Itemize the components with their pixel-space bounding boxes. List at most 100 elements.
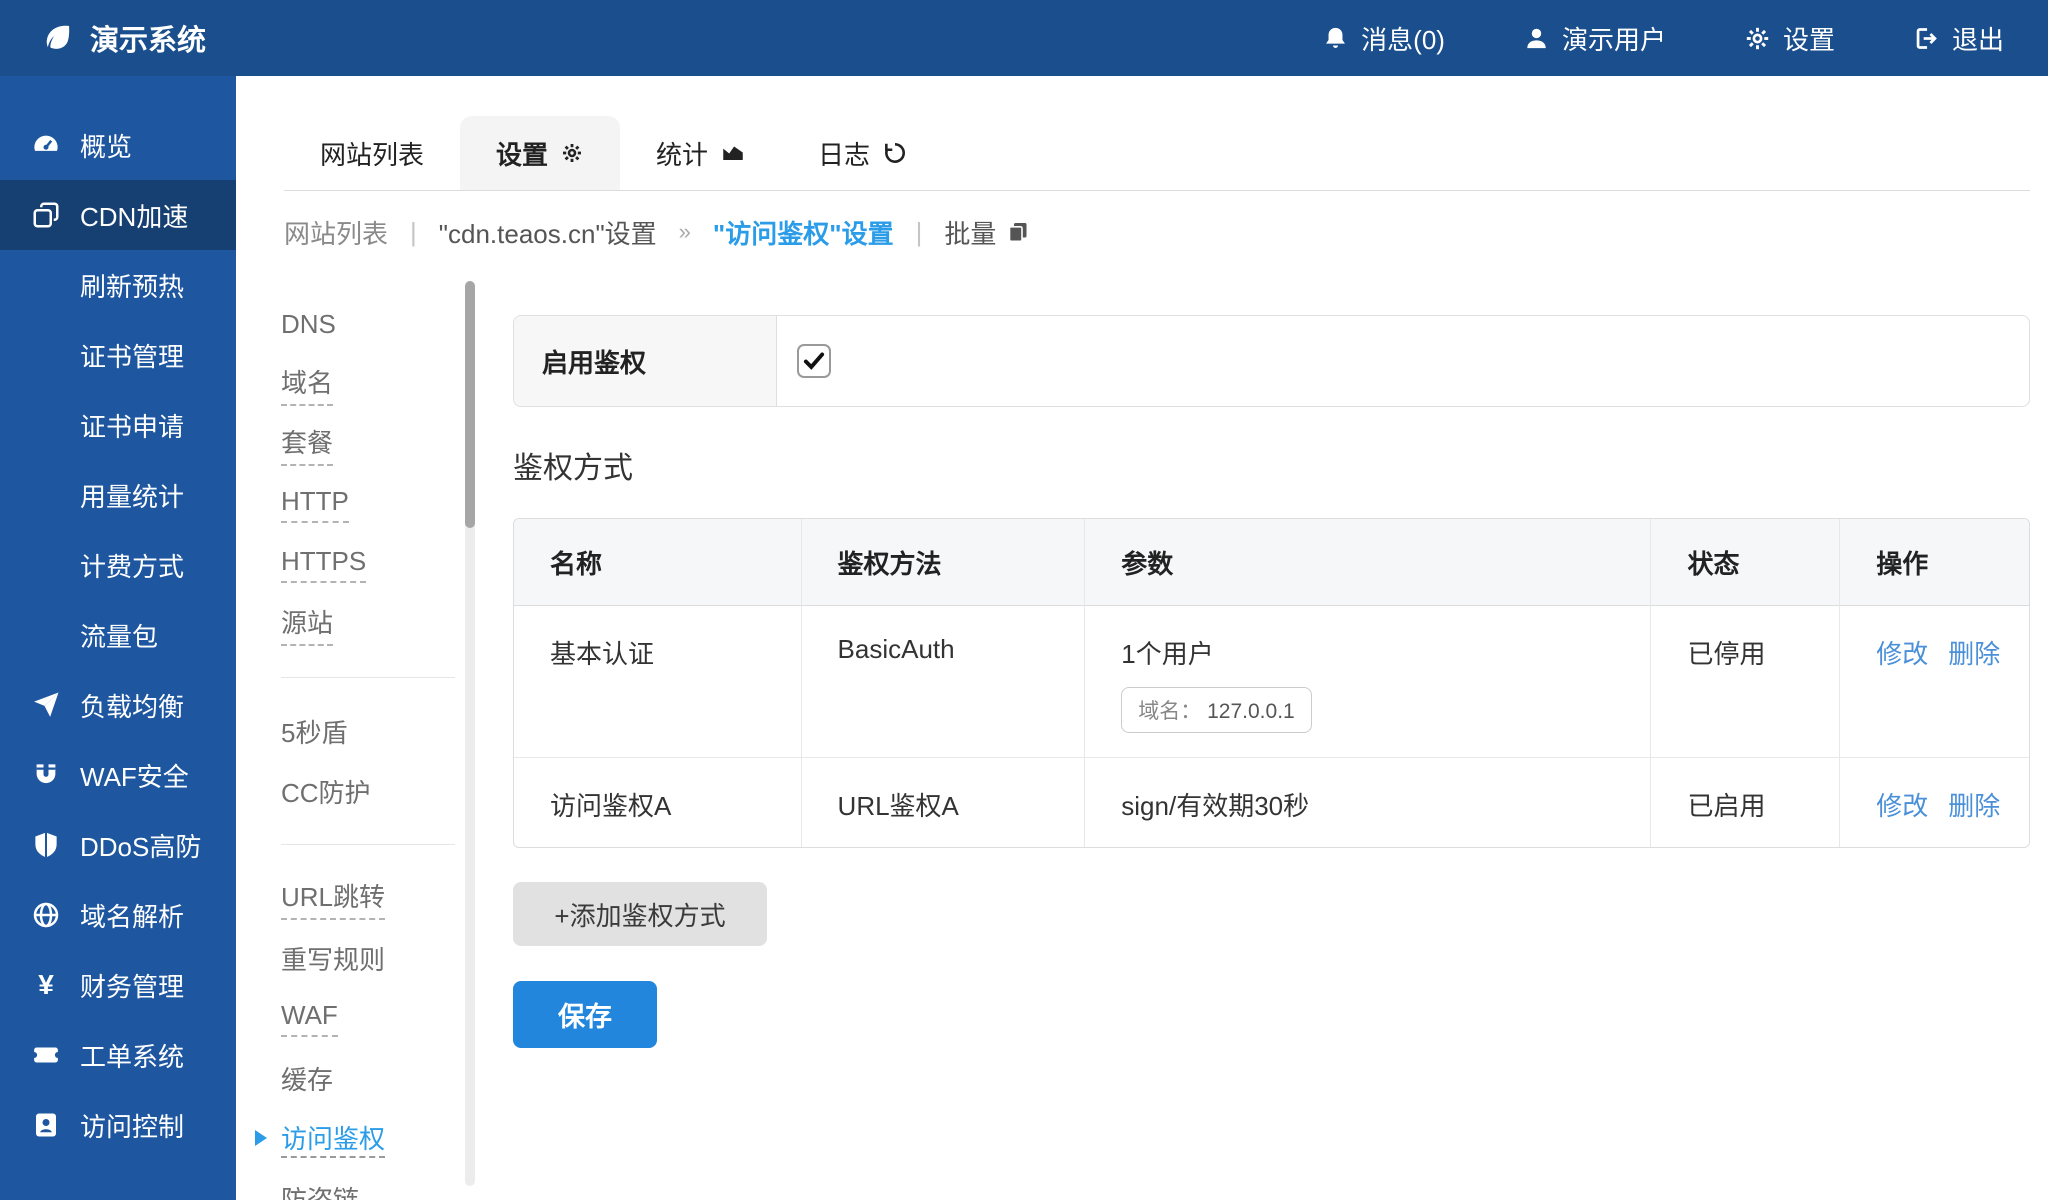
globe-icon	[30, 900, 62, 930]
cell-params: sign/有效期30秒	[1084, 758, 1650, 847]
delete-link[interactable]: 删除	[1948, 639, 2000, 669]
tab-label: 设置	[496, 135, 548, 172]
sidebar-item-tickets[interactable]: 工单系统	[0, 1020, 236, 1090]
tab-label: 网站列表	[320, 135, 424, 172]
user-menu-button[interactable]: 演示用户	[1523, 20, 1666, 57]
breadcrumb-separator: |	[410, 217, 417, 248]
main-panel: 启用鉴权 鉴权方式 名称 鉴权方法 参数 状态 操作	[513, 315, 2030, 1048]
sidebar-item-ddos[interactable]: DDoS高防	[0, 810, 236, 880]
app-logo[interactable]: 演示系统	[40, 17, 206, 59]
sidebar-item-label: 证书管理	[80, 337, 184, 374]
content-area: 网站列表 设置 统计 日志 网站列表	[236, 76, 2048, 1200]
cell-method: URL鉴权A	[801, 758, 1085, 847]
add-auth-method-button[interactable]: +添加鉴权方式	[513, 882, 767, 946]
tabbar: 网站列表 设置 统计 日志	[284, 117, 2030, 191]
tab-site-list[interactable]: 网站列表	[284, 116, 460, 190]
id-badge-icon	[30, 1110, 62, 1140]
sidebar-item-label: 刷新预热	[80, 267, 184, 304]
checkmark-icon	[801, 348, 827, 374]
breadcrumb-site-settings[interactable]: "cdn.teaos.cn"设置	[439, 214, 657, 251]
sidebar: 概览 CDN加速 刷新预热 证书管理 证书申请 用量统计 计费方式 流量包	[0, 76, 236, 1200]
sidebar-item-label: 域名解析	[80, 897, 184, 934]
domain-tag: 域名： 127.0.0.1	[1121, 687, 1311, 733]
tab-statistics[interactable]: 统计	[620, 116, 782, 190]
messages-button[interactable]: 消息(0)	[1322, 20, 1445, 57]
sidebar-item-label: 工单系统	[80, 1037, 184, 1074]
user-icon	[1523, 25, 1550, 52]
leaf-logo-icon	[40, 21, 74, 55]
menu-item-dns[interactable]: DNS	[281, 294, 455, 354]
menu-item-origin[interactable]: 源站	[281, 594, 455, 654]
sidebar-item-label: 流量包	[80, 617, 158, 654]
menu-item-url-redirect[interactable]: URL跳转	[281, 868, 455, 928]
delete-link[interactable]: 删除	[1948, 791, 2000, 821]
edit-link[interactable]: 修改	[1876, 791, 1928, 821]
table-row: 访问鉴权A URL鉴权A sign/有效期30秒 已启用 修改删除	[514, 758, 2029, 847]
sidebar-item-refresh-preheat[interactable]: 刷新预热	[0, 250, 236, 320]
menu-item-cc-protect[interactable]: CC防护	[281, 761, 455, 821]
status-badge: 已启用	[1650, 758, 1839, 847]
sidebar-item-label: 证书申请	[80, 407, 184, 444]
submenu-scrollbar-thumb[interactable]	[465, 281, 475, 528]
cell-actions: 修改删除	[1839, 758, 2029, 847]
history-icon	[882, 140, 908, 166]
col-header-method: 鉴权方法	[801, 519, 1085, 606]
table-row: 基本认证 BasicAuth 1个用户 域名： 127.0.0.1 已停用 修改…	[514, 606, 2029, 758]
topbar: 演示系统 消息(0) 演示用户 设置 退出	[0, 0, 2048, 76]
messages-label: 消息(0)	[1361, 20, 1445, 57]
submenu-scrollbar-track[interactable]	[465, 281, 475, 1186]
menu-item-cache[interactable]: 缓存	[281, 1048, 455, 1108]
ticket-icon	[30, 1040, 62, 1070]
batch-button[interactable]: 批量	[944, 214, 1030, 251]
sidebar-item-billing[interactable]: 计费方式	[0, 530, 236, 600]
enable-auth-row: 启用鉴权	[513, 315, 2030, 407]
col-header-actions: 操作	[1839, 519, 2029, 606]
sidebar-item-cdn[interactable]: CDN加速	[0, 180, 236, 250]
menu-item-5s-shield[interactable]: 5秒盾	[281, 701, 455, 761]
menu-item-plan[interactable]: 套餐	[281, 414, 455, 474]
settings-button[interactable]: 设置	[1744, 20, 1835, 57]
logout-icon	[1913, 25, 1940, 52]
sidebar-item-traffic-package[interactable]: 流量包	[0, 600, 236, 670]
sidebar-item-waf[interactable]: WAF安全	[0, 740, 236, 810]
menu-item-https[interactable]: HTTPS	[281, 534, 455, 594]
enable-auth-checkbox[interactable]	[797, 344, 831, 378]
sidebar-item-cert-apply[interactable]: 证书申请	[0, 390, 236, 460]
paper-plane-icon	[30, 690, 62, 720]
sidebar-item-finance[interactable]: ¥ 财务管理	[0, 950, 236, 1020]
menu-item-waf[interactable]: WAF	[281, 988, 455, 1048]
yen-icon: ¥	[30, 969, 62, 1001]
menu-item-hotlink-protect[interactable]: 防盗链	[281, 1168, 455, 1200]
sidebar-item-access-control[interactable]: 访问控制	[0, 1090, 236, 1160]
sidebar-item-label: CDN加速	[80, 197, 188, 234]
menu-item-rewrite-rules[interactable]: 重写规则	[281, 928, 455, 988]
sidebar-item-usage-stats[interactable]: 用量统计	[0, 460, 236, 530]
sidebar-item-load-balancer[interactable]: 负载均衡	[0, 670, 236, 740]
col-header-status: 状态	[1650, 519, 1839, 606]
menu-item-access-auth[interactable]: 访问鉴权	[281, 1108, 455, 1168]
tab-settings[interactable]: 设置	[460, 116, 620, 190]
logout-button[interactable]: 退出	[1913, 20, 2004, 57]
sidebar-item-dns[interactable]: 域名解析	[0, 880, 236, 950]
menu-item-http[interactable]: HTTP	[281, 474, 455, 534]
breadcrumb-site-list[interactable]: 网站列表	[284, 214, 388, 251]
tab-logs[interactable]: 日志	[782, 116, 944, 190]
status-badge: 已停用	[1650, 606, 1839, 758]
sidebar-item-cert-manage[interactable]: 证书管理	[0, 320, 236, 390]
save-button[interactable]: 保存	[513, 981, 657, 1048]
table-header-row: 名称 鉴权方法 参数 状态 操作	[514, 519, 2029, 606]
sidebar-item-label: 访问控制	[80, 1107, 184, 1144]
sidebar-item-label: DDoS高防	[80, 827, 201, 864]
gear-icon	[560, 141, 584, 165]
sidebar-item-label: 负载均衡	[80, 687, 184, 724]
sidebar-item-label: WAF安全	[80, 757, 189, 794]
breadcrumb-current-page[interactable]: "访问鉴权"设置	[713, 214, 894, 251]
sidebar-item-overview[interactable]: 概览	[0, 110, 236, 180]
gauge-icon	[30, 130, 62, 160]
menu-divider	[281, 677, 455, 678]
active-triangle-icon	[255, 1130, 267, 1146]
params-summary: 1个用户	[1121, 634, 1650, 671]
edit-link[interactable]: 修改	[1876, 639, 1928, 669]
batch-label: 批量	[944, 214, 996, 251]
menu-item-domains[interactable]: 域名	[281, 354, 455, 414]
